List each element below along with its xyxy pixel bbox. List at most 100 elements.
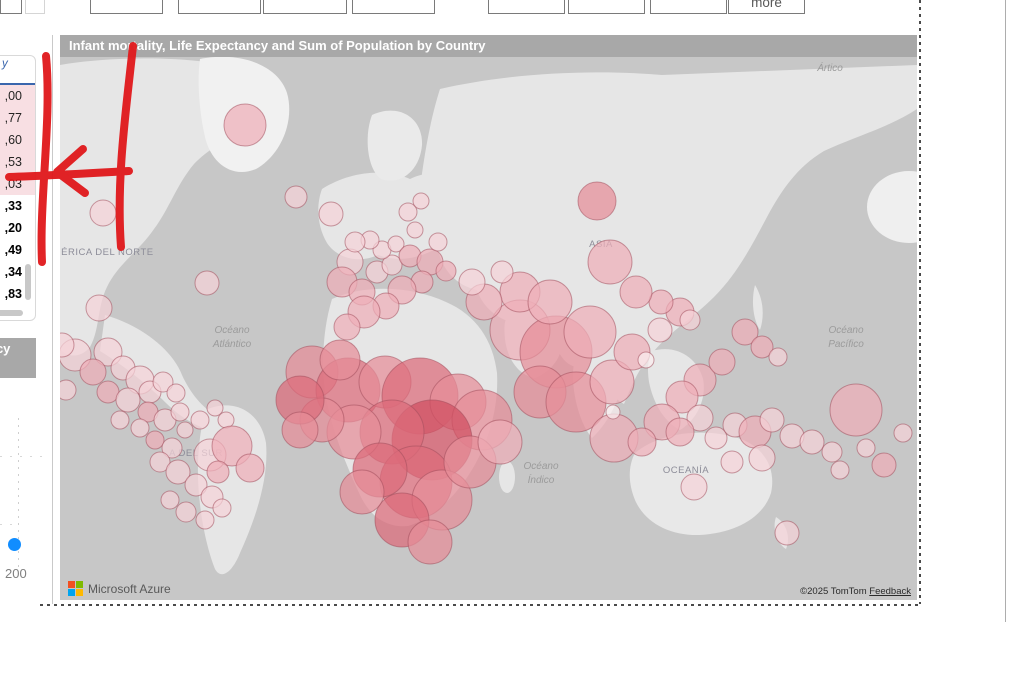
map-bubble[interactable] [628,428,656,456]
map-bubble[interactable] [60,380,76,400]
map-bubble[interactable] [822,442,842,462]
map-bubble[interactable] [213,499,231,517]
table-row[interactable]: ,49 [0,239,35,261]
feedback-link[interactable]: Feedback [869,586,911,597]
toolbar-button[interactable] [178,0,261,14]
toolbar-button-more[interactable]: more [728,0,805,14]
toolbar-button[interactable] [25,0,45,14]
toolbar-button[interactable] [0,0,22,14]
map-bubble[interactable] [620,276,652,308]
map-label: Atlántico [212,339,252,350]
map-bubble[interactable] [282,412,318,448]
map-bubble[interactable] [831,461,849,479]
map-bubble[interactable] [171,403,189,421]
map-label: Océano [828,325,863,336]
map-bubble[interactable] [86,295,112,321]
toolbar-button[interactable] [568,0,645,14]
map-bubble[interactable] [407,222,423,238]
map-bubble[interactable] [680,310,700,330]
page-divider-left [52,35,53,605]
map-bubble[interactable] [578,182,616,220]
map-bubble[interactable] [116,388,140,412]
map-copyright: ©2025 TomTom Feedback [800,586,911,597]
map-bubble[interactable] [285,186,307,208]
map-bubble[interactable] [649,290,673,314]
table-header-fragment: y [2,58,8,70]
table-row[interactable]: ,60 [0,129,35,151]
map-bubble[interactable] [224,104,266,146]
toolbar-button[interactable] [488,0,565,14]
map-bubble[interactable] [588,240,632,284]
scatter-point[interactable] [8,538,21,551]
map-bubble[interactable] [195,271,219,295]
map-label: OCEANÍA [663,465,709,476]
scatter-gridline-horizontal [0,456,50,457]
map-bubble[interactable] [681,474,707,500]
map-bubble[interactable] [528,280,572,324]
table-row[interactable]: ,03 [0,173,35,195]
map-bubble[interactable] [564,306,616,358]
toolbar-button[interactable] [352,0,435,14]
map-bubble[interactable] [191,411,209,429]
map-bubble[interactable] [334,314,360,340]
map-bubble[interactable] [167,384,185,402]
toolbar-button[interactable] [263,0,347,14]
map-bubble[interactable] [131,419,149,437]
map-bubble[interactable] [196,511,214,529]
map-bubble[interactable] [429,233,447,251]
map-bubble[interactable] [491,261,513,283]
azure-label: Microsoft Azure [88,582,171,596]
left-table-visual: y ,00,77,60,53,03,33,20,49,34,83 [0,55,36,321]
map-bubble[interactable] [319,202,343,226]
map-bubble[interactable] [606,405,620,419]
table-row[interactable]: ,33 [0,195,35,217]
map-bubble[interactable] [760,408,784,432]
map-bubble[interactable] [478,420,522,464]
map-bubble[interactable] [857,439,875,457]
map-bubble[interactable] [436,261,456,281]
map-bubble[interactable] [177,422,193,438]
copyright-text: ©2025 TomTom [800,586,867,597]
map-bubble[interactable] [648,318,672,342]
map-bubble[interactable] [894,424,912,442]
table-vertical-scrollbar[interactable] [25,264,31,300]
map-bubble[interactable] [146,431,164,449]
map-label: Pacífico [828,339,864,350]
map-bubble[interactable] [408,520,452,564]
map-bubble[interactable] [161,491,179,509]
map-bubble[interactable] [176,502,196,522]
table-row[interactable]: ,77 [0,107,35,129]
map-bubble[interactable] [830,384,882,436]
map-bubble[interactable] [345,232,365,252]
map-bubble[interactable] [90,200,116,226]
map-bubble[interactable] [207,461,229,483]
table-horizontal-scrollbar[interactable] [0,310,23,316]
map-bubble[interactable] [709,349,735,375]
map-bubble[interactable] [459,269,485,295]
map-bubble[interactable] [236,454,264,482]
title-fragment-text: ncy [0,341,10,356]
map-bubble[interactable] [872,453,896,477]
map-bubble[interactable] [340,470,384,514]
map-bubble[interactable] [775,521,799,545]
map-bubble[interactable] [800,430,824,454]
table-row[interactable]: ,00 [0,85,35,107]
map-bubble[interactable] [111,411,129,429]
map-bubble[interactable] [320,340,360,380]
table-column-header: y [0,56,35,85]
table-row[interactable]: ,53 [0,151,35,173]
toolbar-button[interactable] [90,0,163,14]
map-bubble[interactable] [638,352,654,368]
map-label: Océano [214,325,249,336]
map-bubble[interactable] [769,348,787,366]
map-visual[interactable]: Infant mortality, Life Expectancy and Su… [60,35,917,600]
table-row[interactable]: ,20 [0,217,35,239]
map-bubble[interactable] [80,359,106,385]
map-bubble[interactable] [666,418,694,446]
toolbar-button[interactable] [650,0,727,14]
scatter-gridline-horizontal [0,524,19,525]
map-bubble[interactable] [749,445,775,471]
map-bubble[interactable] [721,451,743,473]
map-bubble[interactable] [413,193,429,209]
map-canvas[interactable]: ÁrticoIÉRICA DEL NORTEASIAOcéanoAtlántic… [60,57,917,600]
